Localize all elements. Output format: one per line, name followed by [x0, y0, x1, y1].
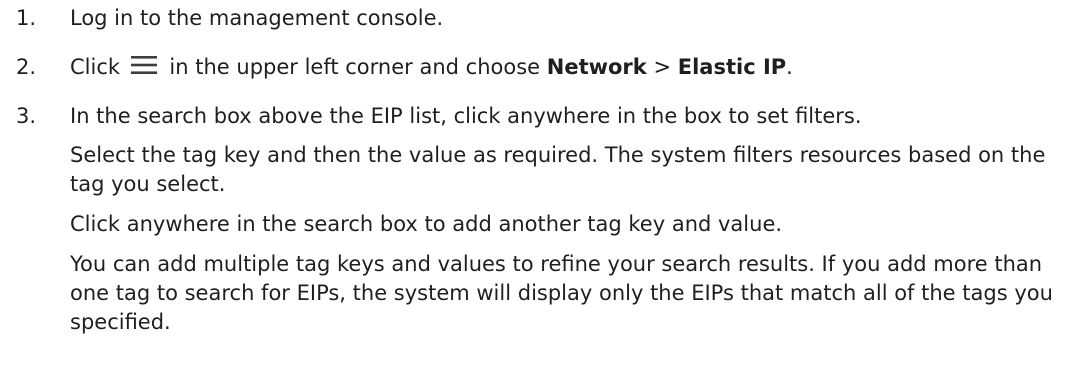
step-number: 3.	[16, 104, 37, 128]
hamburger-menu-icon	[129, 54, 159, 76]
step-text: In the search box above the EIP list, cl…	[70, 104, 862, 128]
step-middle: in the upper left corner and choose	[169, 55, 541, 79]
paragraph-multiple-tags: You can add multiple tag keys and values…	[70, 252, 1053, 334]
step-number: 2.	[16, 55, 37, 79]
paragraph-select-tag: Select the tag key and then the value as…	[70, 143, 1046, 196]
menu-elastic-ip: Elastic IP	[677, 55, 787, 79]
step-number: 1.	[16, 6, 37, 30]
step-1: 1. Log in to the management console.	[0, 4, 1084, 33]
step-prefix: Click	[70, 55, 121, 79]
instructions-document: 1. Log in to the management console. 2. …	[0, 0, 1084, 369]
step-3: 3. In the search box above the EIP list,…	[0, 102, 1084, 131]
step-suffix: .	[786, 55, 793, 79]
menu-separator: >	[653, 55, 672, 79]
menu-network: Network	[546, 55, 647, 79]
step-text: Log in to the management console.	[70, 6, 444, 30]
step-2: 2. Click in the upper left corner and ch…	[0, 53, 1084, 82]
step-text: Click in the upper left corner and choos…	[70, 53, 1084, 82]
paragraph-add-tag: Click anywhere in the search box to add …	[70, 212, 783, 236]
